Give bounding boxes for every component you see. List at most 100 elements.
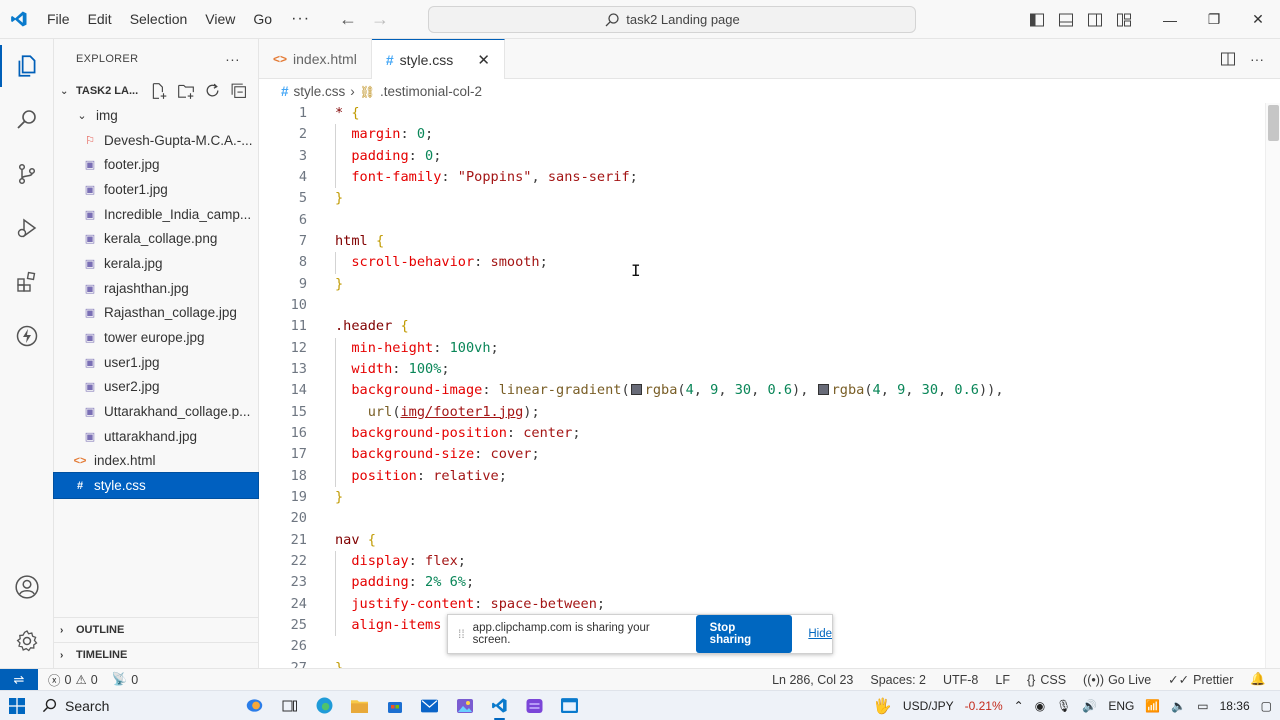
file-explorer-icon[interactable] xyxy=(351,697,368,714)
code-line[interactable]: 1 * { xyxy=(259,103,1265,124)
new-file-icon[interactable] xyxy=(150,82,168,100)
hide-link[interactable]: Hide xyxy=(808,628,832,640)
code-line[interactable]: 21 nav { xyxy=(259,530,1265,551)
store-icon[interactable] xyxy=(386,697,403,714)
new-folder-icon[interactable] xyxy=(177,82,195,100)
code-line[interactable]: 4 font-family: "Poppins", sans-serif; xyxy=(259,167,1265,188)
collapse-all-icon[interactable] xyxy=(230,82,247,99)
code-line[interactable]: 15 url(img/footer1.jpg); xyxy=(259,402,1265,423)
cursor-position[interactable]: Ln 286, Col 23 xyxy=(772,673,853,687)
menu-file[interactable]: File xyxy=(38,0,79,39)
list-item[interactable]: ▣ uttarakhand.jpg xyxy=(54,424,258,449)
vscode-taskbar-icon[interactable] xyxy=(491,697,508,720)
code-line[interactable]: 18 position: relative; xyxy=(259,466,1265,487)
stop-sharing-button[interactable]: Stop sharing xyxy=(695,615,793,653)
menu-selection[interactable]: Selection xyxy=(121,0,197,39)
list-item[interactable]: ▣ tower europe.jpg xyxy=(54,325,258,350)
settings-gear-icon[interactable] xyxy=(0,614,54,668)
list-item[interactable]: ▣ kerala.jpg xyxy=(54,251,258,276)
back-arrow-icon[interactable]: ← xyxy=(338,9,358,30)
list-item[interactable]: ▣ rajashthan.jpg xyxy=(54,276,258,301)
code-line[interactable]: 7 html { xyxy=(259,231,1265,252)
vscode-logo-icon[interactable] xyxy=(0,0,38,39)
menu-go[interactable]: Go xyxy=(244,0,281,39)
explorer-more-button[interactable]: ··· xyxy=(225,51,240,67)
code-line[interactable]: 24 justify-content: space-between; xyxy=(259,594,1265,615)
list-item[interactable]: <> index.html xyxy=(54,449,258,474)
wifi-icon[interactable]: 📶 xyxy=(1145,699,1160,713)
taskbar-search[interactable]: Search xyxy=(34,698,224,714)
folder-img[interactable]: ⌄ img xyxy=(54,103,258,128)
code-line[interactable]: 12 min-height: 100vh; xyxy=(259,338,1265,359)
accounts-icon[interactable] xyxy=(0,560,54,614)
code-line[interactable]: 27} xyxy=(259,658,1265,668)
editor-scrollbar[interactable] xyxy=(1265,103,1280,668)
chevron-up-icon[interactable]: ⌃ xyxy=(1014,699,1024,713)
code-line[interactable]: 5} xyxy=(259,188,1265,209)
clock[interactable]: 18:36 xyxy=(1220,699,1250,713)
problems-indicator[interactable]: ⓧ 0 ⚠ 0 xyxy=(48,670,98,689)
code-line[interactable]: 9} xyxy=(259,274,1265,295)
refresh-icon[interactable] xyxy=(204,82,221,99)
notification-center-icon[interactable]: ▢ xyxy=(1261,699,1272,713)
photos-icon[interactable] xyxy=(456,697,473,714)
code-line[interactable]: 19} xyxy=(259,487,1265,508)
extensions-icon[interactable] xyxy=(0,255,54,309)
copilot-icon[interactable] xyxy=(246,697,263,714)
code-line[interactable]: 17 background-size: cover; xyxy=(259,444,1265,465)
clipchamp-icon[interactable] xyxy=(526,697,543,714)
list-item[interactable]: ▣ user1.jpg xyxy=(54,350,258,375)
edge-browser-icon[interactable] xyxy=(316,697,333,714)
code-line[interactable]: 2 margin: 0; xyxy=(259,124,1265,145)
toggle-panel-icon[interactable] xyxy=(1051,12,1080,28)
code-line[interactable]: 22 display: flex; xyxy=(259,551,1265,572)
end-of-line[interactable]: LF xyxy=(995,673,1010,687)
workspace-folder[interactable]: ⌄ TASK2 LA... xyxy=(54,79,258,103)
toggle-primary-sidebar-icon[interactable] xyxy=(1022,12,1051,28)
list-item[interactable]: ⚐ Devesh-Gupta-M.C.A.-... xyxy=(54,128,258,153)
run-debug-icon[interactable] xyxy=(0,201,54,255)
list-item[interactable]: ▣ user2.jpg xyxy=(54,375,258,400)
list-item[interactable]: ▣ Rajasthan_collage.jpg xyxy=(54,301,258,326)
indentation[interactable]: Spaces: 2 xyxy=(870,673,926,687)
list-item[interactable]: ▣ Incredible_India_camp... xyxy=(54,202,258,227)
code-line[interactable]: 3 padding: 0; xyxy=(259,146,1265,167)
thunder-client-icon[interactable] xyxy=(0,309,54,363)
toggle-secondary-sidebar-icon[interactable] xyxy=(1080,12,1109,28)
notifications-bell-icon[interactable]: 🔔 xyxy=(1250,672,1266,687)
window-app-icon[interactable] xyxy=(561,697,578,714)
language-indicator[interactable]: ENG xyxy=(1108,699,1134,713)
mail-icon[interactable] xyxy=(421,697,438,714)
list-item[interactable]: ▣ footer.jpg xyxy=(54,152,258,177)
breadcrumb-symbol[interactable]: .testimonial-col-2 xyxy=(380,84,482,99)
list-item[interactable]: # style.css xyxy=(53,472,259,499)
code-line[interactable]: 11 .header { xyxy=(259,316,1265,337)
task-view-icon[interactable] xyxy=(281,697,298,714)
code-line[interactable]: 23 padding: 2% 6%; xyxy=(259,572,1265,593)
webcam-icon[interactable]: ◉ xyxy=(1035,699,1045,713)
tab-style-css[interactable]: # style.css ✕ xyxy=(371,39,505,79)
timeline-section[interactable]: › TIMELINE xyxy=(54,642,259,667)
code-editor[interactable]: 1 * {2 margin: 0; 3 padding: 0; 4 font-fami… xyxy=(259,103,1265,668)
drag-handle-icon[interactable]: ⁞⁞ xyxy=(458,627,465,641)
prettier-button[interactable]: ✓✓ Prettier xyxy=(1168,672,1233,688)
remote-indicator-icon[interactable]: ⇌ xyxy=(0,668,38,691)
list-item[interactable]: ▣ Uttarakhand_collage.p... xyxy=(54,399,258,424)
forward-arrow-icon[interactable]: → xyxy=(370,9,390,30)
list-item[interactable]: ▣ footer1.jpg xyxy=(54,177,258,202)
code-line[interactable]: 8 scroll-behavior: smooth; xyxy=(259,252,1265,273)
explorer-icon[interactable] xyxy=(0,39,54,93)
scrollbar-thumb[interactable] xyxy=(1268,105,1279,141)
menu-view[interactable]: View xyxy=(196,0,244,39)
go-live-button[interactable]: ((•)) Go Live xyxy=(1083,673,1151,687)
breadcrumb-file[interactable]: style.css xyxy=(294,84,346,99)
code-line[interactable]: 6 xyxy=(259,210,1265,231)
windows-start-icon[interactable] xyxy=(0,697,34,714)
source-control-icon[interactable] xyxy=(0,147,54,201)
volume-icon[interactable]: 🔈 xyxy=(1171,699,1186,713)
code-line[interactable]: 20 xyxy=(259,508,1265,529)
ports-indicator[interactable]: 📡 0 xyxy=(112,672,139,687)
search-icon[interactable] xyxy=(0,93,54,147)
list-item[interactable]: ▣ kerala_collage.png xyxy=(54,226,258,251)
code-line[interactable]: 16 background-position: center; xyxy=(259,423,1265,444)
